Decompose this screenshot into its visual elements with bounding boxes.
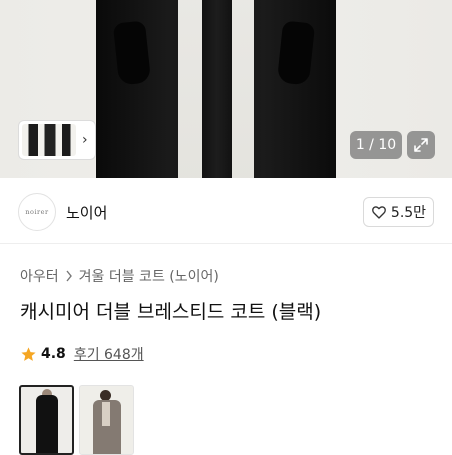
breadcrumb-current[interactable]: 겨울 더블 코트 (노이어)	[79, 266, 219, 286]
star-icon	[21, 346, 36, 361]
like-button[interactable]: 5.5만	[363, 197, 434, 227]
like-count: 5.5만	[390, 205, 427, 221]
reviews-link[interactable]: 후기 648개	[74, 344, 144, 364]
expand-icon	[414, 138, 428, 152]
chevron-right-icon	[66, 270, 72, 282]
left-glove	[112, 20, 152, 86]
coat-inner	[202, 0, 232, 178]
model-figure-black-coat	[36, 395, 58, 453]
breadcrumb: 아우터 겨울 더블 코트 (노이어)	[20, 266, 219, 286]
rating-value: 4.8	[41, 346, 66, 362]
product-title: 캐시미어 더블 브레스티드 코트 (블랙)	[20, 301, 322, 323]
heart-outline-icon	[372, 206, 386, 219]
rating-row: 4.8 후기 648개	[20, 344, 144, 364]
model-scarf	[102, 402, 110, 426]
thumbnail-preview	[22, 124, 76, 156]
seller-name[interactable]: 노이어	[66, 202, 107, 223]
expand-button[interactable]	[407, 131, 435, 159]
image-counter: 1 / 10	[350, 131, 402, 159]
thumbnail-strip-button[interactable]: ›	[18, 120, 96, 160]
color-option-black[interactable]	[19, 385, 74, 455]
color-option-grey[interactable]	[79, 385, 134, 455]
product-hero-image[interactable]: › 1 / 10	[0, 0, 452, 178]
breadcrumb-parent[interactable]: 아우터	[20, 266, 59, 286]
chevron-right-icon: ›	[82, 132, 88, 148]
seller-logo[interactable]: noirer	[18, 193, 56, 231]
